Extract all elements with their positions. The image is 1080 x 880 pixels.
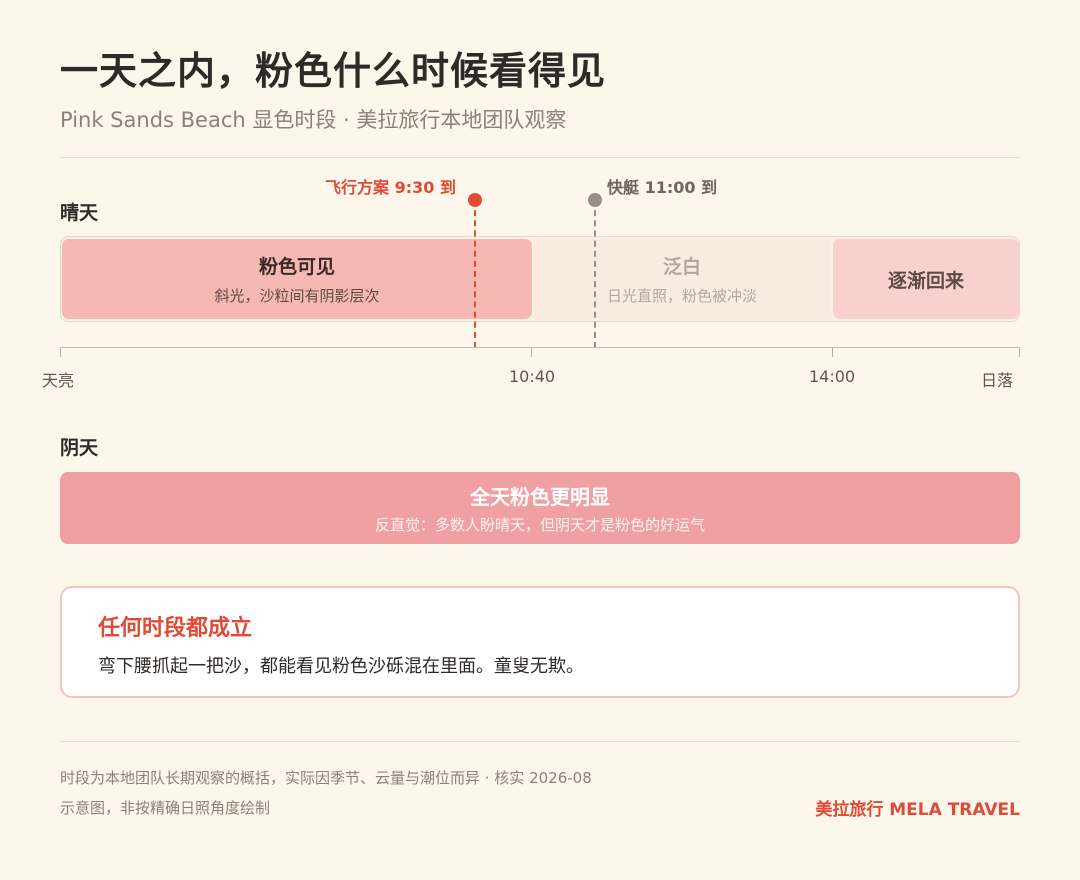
footer-disclaimer: 示意图，非按精确日照角度绘制 [60,799,271,817]
sunny-timeline-track: 粉色可见 斜光，沙粒间有阴影层次 泛白 日光直照，粉色被冲淡 逐渐回来 [60,236,1020,322]
segment-returning: 逐渐回来 [833,239,1019,319]
axis-label-dawn: 天亮 [42,371,75,390]
boat-arrival-label: 快艇 11:00 到 [607,178,718,197]
axis-tick [832,347,833,357]
axis-label-1400: 14:00 [809,367,856,386]
footer-note: 时段为本地团队长期观察的概括，实际因季节、云量与潮位而异 · 核实 2026-0… [60,769,592,787]
axis-tick [60,347,61,357]
segment-desc: 斜光，沙粒间有阴影层次 [214,287,380,305]
overcast-label: 阴天 [60,437,99,459]
segment-pink-visible: 粉色可见 斜光，沙粒间有阴影层次 [62,239,532,319]
segment-desc: 日光直照，粉色被冲淡 [606,287,757,305]
top-divider [60,157,1020,158]
axis-tick [1019,347,1020,357]
brand-logo: 美拉旅行 MELA TRAVEL [815,800,1020,820]
tip-card-title: 任何时段都成立 [98,616,253,641]
tip-card-body: 弯下腰抓起一把沙，都能看见粉色沙砾混在里面。童叟无欺。 [98,656,584,677]
flight-arrival-label: 飞行方案 9:30 到 [325,178,456,197]
axis-tick [531,347,532,357]
sunny-label: 晴天 [60,202,99,224]
segment-title: 粉色可见 [258,256,335,278]
segment-washed-out: 泛白 日光直照，粉色被冲淡 [533,239,831,319]
overcast-bar: 全天粉色更明显 反直觉：多数人盼晴天，但阴天才是粉色的好运气 [60,472,1020,544]
overcast-desc: 反直觉：多数人盼晴天，但阴天才是粉色的好运气 [374,516,705,534]
time-axis [60,347,1020,348]
boat-arrival-marker-dot [588,193,602,207]
bottom-divider [60,741,1020,742]
tip-card: 任何时段都成立 弯下腰抓起一把沙，都能看见粉色沙砾混在里面。童叟无欺。 [60,586,1020,698]
axis-label-sunset: 日落 [981,371,1014,390]
segment-title: 泛白 [662,256,701,278]
flight-arrival-marker-line [474,200,476,348]
overcast-title: 全天粉色更明显 [470,485,610,509]
page-subtitle: Pink Sands Beach 显色时段 · 美拉旅行本地团队观察 [60,108,567,132]
boat-arrival-marker-line [594,200,596,348]
segment-title: 逐渐回来 [887,269,964,292]
flight-arrival-marker-dot [468,193,482,207]
page-title: 一天之内，粉色什么时候看得见 [60,49,607,93]
axis-label-1040: 10:40 [509,367,556,386]
